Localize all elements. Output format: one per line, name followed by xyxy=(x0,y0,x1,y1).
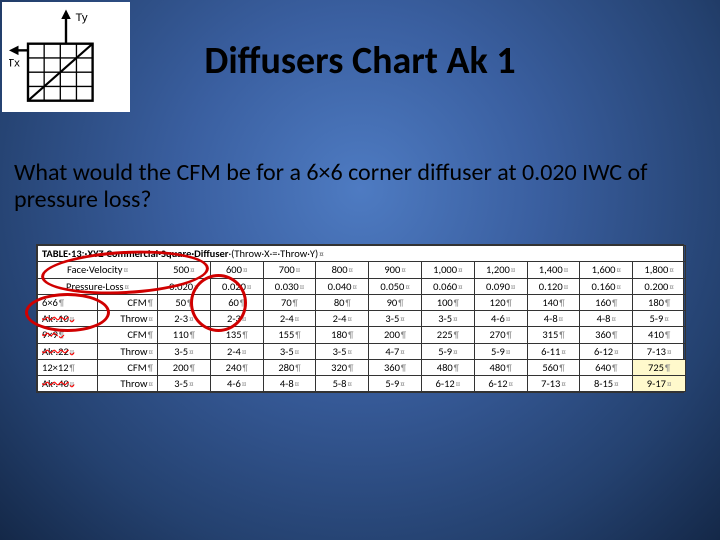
table-title: TABLE·13:·XYZ·Commercial·Square·Diffuser… xyxy=(38,246,686,262)
question-text: What would the CFM be for a 6×6 corner d… xyxy=(14,160,660,214)
slide-title: Diffusers Chart Ak 1 xyxy=(0,38,720,84)
diffuser-table: TABLE·13:·XYZ·Commercial·Square·Diffuser… xyxy=(36,244,684,393)
row-6x6-cfm: 6×6 CFM 50 60 70 80 90 100 120 140 160 1… xyxy=(38,294,686,310)
row-6x6-throw: Ak·.10 Throw 2-3 2-3 2-4 2-4 3-5 3-5 4-6… xyxy=(38,311,686,327)
face-velocity-label: Face·Velocity xyxy=(38,262,158,278)
row-12x12-throw: Ak·.40 Throw 3-5 4-6 4-8 5-8 5-9 6-12 6-… xyxy=(38,376,686,392)
row-12x12-cfm: 12×12 CFM 200 240 280 320 360 480 480 56… xyxy=(38,359,686,375)
ty-label: Ty xyxy=(76,12,88,24)
row-9x9-throw: Ak·.22 Throw 3-5 2-4 3-5 3-5 4-7 5-9 5-9… xyxy=(38,343,686,359)
pressure-loss-row: Pressure·Loss 0.020 0.020 0.030 0.040 0.… xyxy=(38,278,686,294)
pressure-loss-label: Pressure·Loss xyxy=(38,278,158,294)
row-9x9-cfm: 9×9 CFM 110 135 155 180 200 225 270 315 … xyxy=(38,327,686,343)
face-velocity-row: Face·Velocity 500 600 700 800 900 1,000 … xyxy=(38,262,686,278)
